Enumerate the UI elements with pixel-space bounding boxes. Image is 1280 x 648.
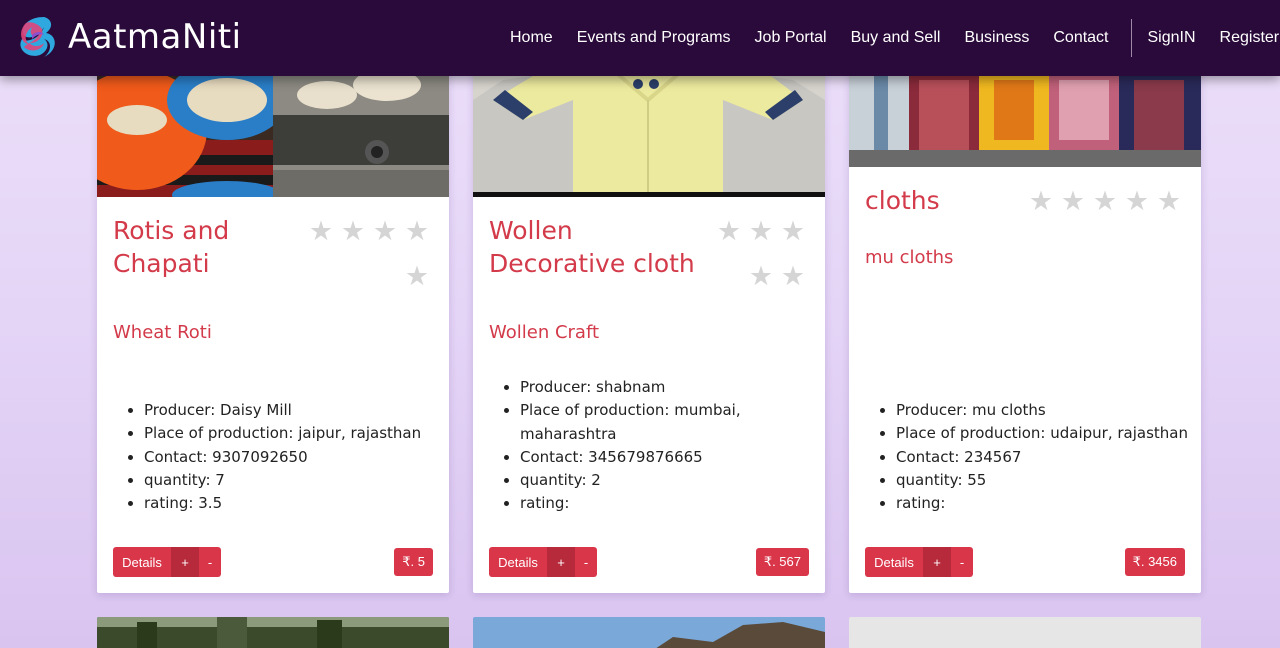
place-line: Place of production: mumbai, <box>520 401 741 420</box>
brand[interactable]: AatmaNiti <box>14 12 242 62</box>
product-subtitle: Wheat Roti <box>113 322 212 343</box>
place-of-production: Place of production: jaipur, rajasthan <box>144 422 421 445</box>
quantity: quantity: 2 <box>520 469 741 492</box>
product-details: Producer: Daisy Mill Place of production… <box>144 399 421 515</box>
contact: Contact: 9307092650 <box>144 446 421 469</box>
rating-stars[interactable]: ★ ★ ★ ★ ★ <box>713 209 809 299</box>
star-icon[interactable]: ★ <box>401 209 433 254</box>
product-title: Rotis and Chapati <box>113 214 229 280</box>
product-subtitle: mu cloths <box>865 247 954 268</box>
quantity: quantity: 7 <box>144 469 421 492</box>
details-button[interactable]: Details <box>489 547 547 577</box>
button-group: Details + - <box>865 547 973 577</box>
star-icon[interactable]: ★ <box>337 209 369 254</box>
rating-stars[interactable]: ★ ★ ★ ★ ★ <box>305 209 433 299</box>
product-title: cloths <box>865 184 940 217</box>
details-button[interactable]: Details <box>865 547 923 577</box>
place-of-production: Place of production: udaipur, rajasthan <box>896 422 1188 445</box>
product-card: Rotis and Chapati ★ ★ ★ ★ ★ Wheat Roti P… <box>97 40 449 593</box>
place-of-production: Place of production: mumbai, maharashtra <box>520 399 741 446</box>
product-title-line: cloths <box>865 186 940 215</box>
nav-link-events[interactable]: Events and Programs <box>565 29 743 47</box>
product-card: cloths ★ ★ ★ ★ ★ mu cloths Producer: mu … <box>849 40 1201 593</box>
add-button[interactable]: + <box>547 547 575 577</box>
nav-link-job-portal[interactable]: Job Portal <box>743 29 839 47</box>
star-icon[interactable]: ★ <box>777 209 809 254</box>
star-icon[interactable]: ★ <box>1057 179 1089 224</box>
rating: rating: <box>896 492 1188 515</box>
star-icon[interactable]: ★ <box>369 209 401 254</box>
quantity: quantity: 55 <box>896 469 1188 492</box>
details-button[interactable]: Details <box>113 547 171 577</box>
product-title-line: Rotis and <box>113 216 230 245</box>
nav-divider <box>1130 19 1132 57</box>
price-badge: ₹. 567 <box>755 548 809 576</box>
remove-button[interactable]: - <box>199 547 221 577</box>
star-icon[interactable]: ★ <box>745 254 777 299</box>
product-title-line: Decorative cloth <box>489 249 695 278</box>
product-details: Producer: shabnam Place of production: m… <box>520 376 741 516</box>
producer: Producer: Daisy Mill <box>144 399 421 422</box>
rating-stars[interactable]: ★ ★ ★ ★ ★ <box>1025 179 1185 224</box>
star-icon[interactable]: ★ <box>777 254 809 299</box>
nav-link-business[interactable]: Business <box>952 29 1041 47</box>
star-icon[interactable]: ★ <box>401 254 433 299</box>
add-button[interactable]: + <box>923 547 951 577</box>
producer: Producer: shabnam <box>520 376 741 399</box>
nav-link-home[interactable]: Home <box>498 29 565 47</box>
producer: Producer: mu cloths <box>896 399 1188 422</box>
nav-link-signin[interactable]: SignIN <box>1136 29 1208 47</box>
star-icon[interactable]: ★ <box>713 209 745 254</box>
rating: rating: 3.5 <box>144 492 421 515</box>
nav-link-register[interactable]: Register <box>1208 29 1280 47</box>
price-badge: ₹. 5 <box>394 548 433 576</box>
contact: Contact: 345679876665 <box>520 446 741 469</box>
product-title-line: Wollen <box>489 216 573 245</box>
product-subtitle: Wollen Craft <box>489 322 600 343</box>
button-group: Details + - <box>489 547 597 577</box>
star-icon[interactable]: ★ <box>1089 179 1121 224</box>
product-card-next <box>473 617 825 648</box>
product-title-line: Chapati <box>113 249 210 278</box>
brand-logo-icon <box>20 17 55 57</box>
brand-name: AatmaNiti <box>68 17 242 57</box>
contact: Contact: 234567 <box>896 446 1188 469</box>
nav-links: Home Events and Programs Job Portal Buy … <box>498 0 1280 76</box>
add-button[interactable]: + <box>171 547 199 577</box>
star-icon[interactable]: ★ <box>1025 179 1057 224</box>
nav-link-buy-sell[interactable]: Buy and Sell <box>839 29 953 47</box>
product-card-next <box>849 617 1201 648</box>
remove-button[interactable]: - <box>951 547 973 577</box>
price-badge: ₹. 3456 <box>1124 548 1185 576</box>
remove-button[interactable]: - <box>575 547 597 577</box>
product-details: Producer: mu cloths Place of production:… <box>896 399 1188 515</box>
rating: rating: <box>520 492 741 515</box>
product-card: Wollen Decorative cloth ★ ★ ★ ★ ★ Wollen… <box>473 40 825 593</box>
product-title: Wollen Decorative cloth <box>489 214 695 280</box>
star-icon[interactable]: ★ <box>1121 179 1153 224</box>
nav-link-contact[interactable]: Contact <box>1041 29 1120 47</box>
star-icon[interactable]: ★ <box>745 209 777 254</box>
button-group: Details + - <box>113 547 221 577</box>
star-icon[interactable]: ★ <box>1153 179 1185 224</box>
product-card-next <box>97 617 449 648</box>
navbar: AatmaNiti Home Events and Programs Job P… <box>0 0 1280 76</box>
star-icon[interactable]: ★ <box>305 209 337 254</box>
place-line: maharashtra <box>520 424 617 443</box>
